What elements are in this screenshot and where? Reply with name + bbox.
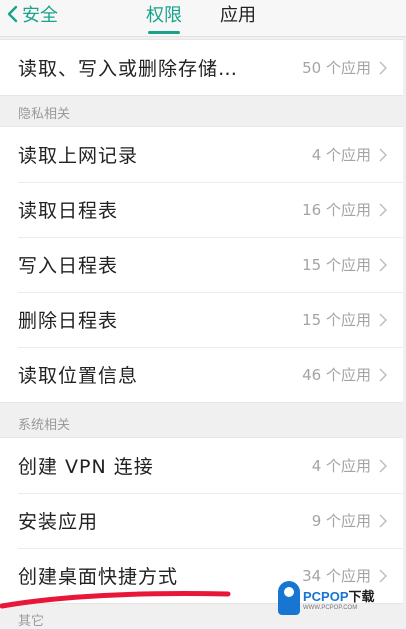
watermark-url: WWW.PCPOP.COM <box>303 604 358 611</box>
permission-row-read-browsing-history[interactable]: 读取上网记录 4 个应用 <box>0 127 403 182</box>
app-count: 46 个应用 <box>302 366 371 384</box>
permission-row-write-calendar[interactable]: 写入日程表 15 个应用 <box>0 237 403 292</box>
storage-permission-card: 读取、写入或删除存储… 50 个应用 <box>0 39 403 96</box>
permission-title: 读取位置信息 <box>18 365 139 387</box>
chevron-right-icon <box>379 367 387 382</box>
permission-title: 读取、写入或删除存储… <box>18 58 239 80</box>
app-count: 15 个应用 <box>302 256 371 274</box>
chevron-left-icon <box>7 5 18 23</box>
back-label: 安全 <box>22 5 58 26</box>
app-count: 16 个应用 <box>302 201 371 219</box>
app-count: 15 个应用 <box>302 311 371 329</box>
permission-title: 安装应用 <box>18 511 99 533</box>
chevron-right-icon <box>379 513 387 528</box>
permission-row-read-location[interactable]: 读取位置信息 46 个应用 <box>0 347 403 402</box>
tab-apps[interactable]: 应用 <box>220 0 256 28</box>
permission-title: 删除日程表 <box>18 310 119 332</box>
chevron-right-icon <box>379 257 387 272</box>
app-count: 9 个应用 <box>311 512 371 530</box>
app-count: 50 个应用 <box>302 59 371 77</box>
tab-permissions[interactable]: 权限 <box>146 0 182 34</box>
back-button[interactable]: 安全 <box>6 0 58 28</box>
tab-apps-label: 应用 <box>220 5 256 26</box>
chevron-right-icon <box>379 202 387 217</box>
app-count: 4 个应用 <box>311 146 371 164</box>
top-navigation-bar: 安全 权限 应用 <box>0 0 406 37</box>
red-underline-annotation <box>0 591 231 609</box>
permission-row-install-apps[interactable]: 安装应用 9 个应用 <box>0 493 403 548</box>
permission-row-storage[interactable]: 读取、写入或删除存储… 50 个应用 <box>0 40 403 95</box>
pcpop-watermark: PCPOP下载 WWW.PCPOP.COM <box>278 578 404 618</box>
group-label-system: 系统相关 <box>18 418 71 433</box>
permission-title: 读取上网记录 <box>18 145 139 167</box>
app-count: 4 个应用 <box>311 457 371 475</box>
permission-row-read-calendar[interactable]: 读取日程表 16 个应用 <box>0 182 403 237</box>
tab-permissions-label: 权限 <box>146 5 182 26</box>
permission-title: 写入日程表 <box>18 255 119 277</box>
chevron-right-icon <box>379 147 387 162</box>
pcpop-logo-icon <box>278 581 300 615</box>
chevron-right-icon <box>379 60 387 75</box>
permission-title: 创建桌面快捷方式 <box>18 566 179 588</box>
watermark-brand: PCPOP下载 <box>303 588 375 604</box>
permission-title: 读取日程表 <box>18 200 119 222</box>
permission-title: 创建 VPN 连接 <box>18 456 154 478</box>
permission-row-create-vpn[interactable]: 创建 VPN 连接 4 个应用 <box>0 438 403 493</box>
privacy-permissions-card: 读取上网记录 4 个应用 读取日程表 16 个应用 写入日程表 15 个应用 删… <box>0 126 403 403</box>
group-label-privacy: 隐私相关 <box>18 107 71 122</box>
group-label-other: 其它 <box>18 614 45 629</box>
chevron-right-icon <box>379 458 387 473</box>
chevron-right-icon <box>379 312 387 327</box>
permission-row-delete-calendar[interactable]: 删除日程表 15 个应用 <box>0 292 403 347</box>
